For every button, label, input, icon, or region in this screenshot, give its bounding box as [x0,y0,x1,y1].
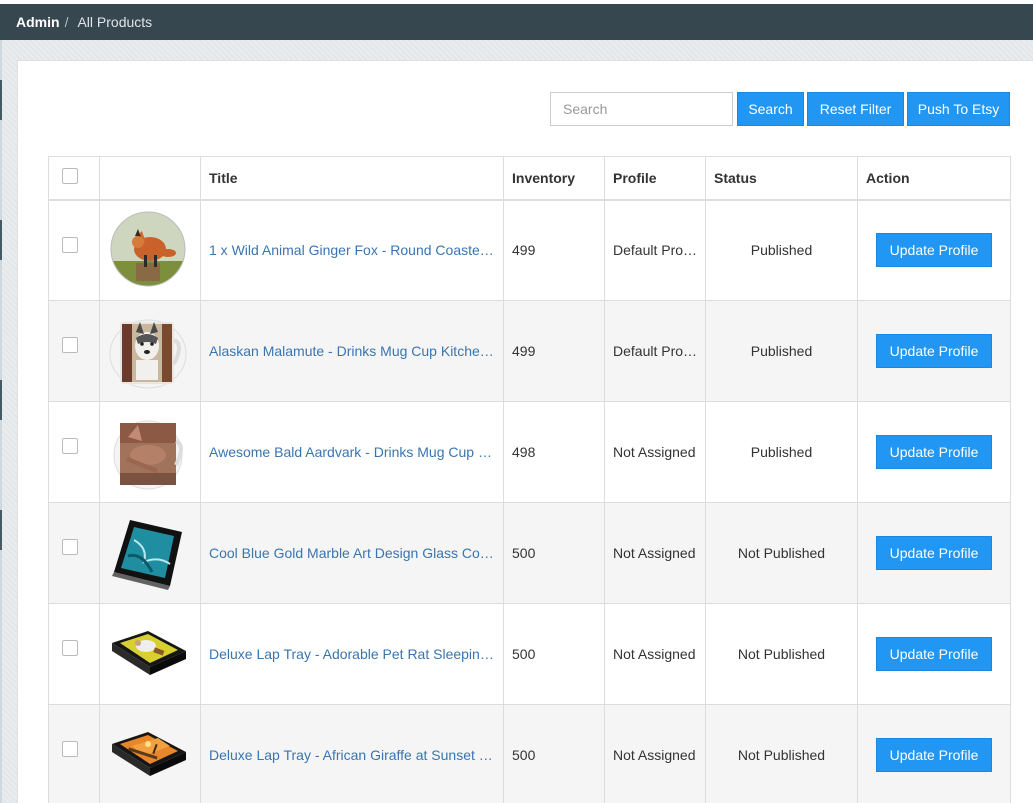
breadcrumb-admin[interactable]: Admin [16,14,60,30]
row-checkbox[interactable] [62,539,78,555]
image-header [99,156,201,201]
aardvark-mug-icon [113,420,183,489]
breadcrumb-separator: / [64,14,69,30]
sidebar-edge-mark [0,380,2,420]
table-row: Cool Blue Gold Marble Art Design Glass C… [48,502,1011,604]
status-value: Published [750,444,813,460]
malamute-mug-icon [109,319,187,388]
giraffe-lap-tray-icon [112,731,186,776]
row-checkbox[interactable] [62,337,78,353]
row-checkbox[interactable] [62,640,78,656]
inventory-value: 500 [512,747,536,763]
product-title-link[interactable]: Cool Blue Gold Marble Art Design Glass C… [209,545,503,561]
row-checkbox[interactable] [62,741,78,757]
product-title-link[interactable]: Deluxe Lap Tray - Adorable Pet Rat Sleep… [209,646,503,662]
table-row: Deluxe Lap Tray - African Giraffe at Sun… [48,704,1011,803]
update-profile-button[interactable]: Update Profile [876,637,992,671]
profile-value: Not Assigned [613,646,696,662]
inventory-value: 499 [512,242,536,259]
status-value: Not Published [737,646,826,662]
title-header[interactable]: Title [200,156,504,201]
inventory-value: 499 [512,343,536,359]
profile-value: Not Assigned [613,747,696,763]
table-row: 1 x Wild Animal Ginger Fox - Round Coast… [48,199,1011,301]
profile-value: Not Assigned [613,545,696,561]
product-title-link[interactable]: 1 x Wild Animal Ginger Fox - Round Coast… [209,242,503,258]
push-to-etsy-button[interactable]: Push To Etsy [907,92,1010,126]
products-table: Title Inventory Profile Status Action 1 … [48,156,1011,803]
table-header-row: Title Inventory Profile Status Action [48,156,1011,201]
fox-coaster-icon [110,211,186,287]
sidebar-edge-mark [0,220,2,260]
table-row: Alaskan Malamute - Drinks Mug Cup Kitche… [48,300,1011,402]
profile-header[interactable]: Profile [604,156,706,201]
sidebar-edge-mark [0,80,2,120]
marble-coaster-icon [112,519,182,590]
table-row: Deluxe Lap Tray - Adorable Pet Rat Sleep… [48,603,1011,705]
sidebar-edge-mark [0,510,2,550]
update-profile-button[interactable]: Update Profile [876,435,992,469]
inventory-value: 498 [512,444,536,460]
products-panel: Search Reset Filter Push To Etsy Title I… [17,60,1033,803]
select-all-checkbox[interactable] [62,168,78,185]
inventory-value: 500 [512,545,536,561]
profile-value: Default Profile [613,343,701,359]
update-profile-button[interactable]: Update Profile [876,738,992,772]
product-title-link[interactable]: Awesome Bald Aardvark - Drinks Mug Cup K… [209,444,503,460]
update-profile-button[interactable]: Update Profile [876,334,992,368]
update-profile-button[interactable]: Update Profile [876,536,992,570]
status-value: Not Published [737,545,826,561]
inventory-value: 500 [512,646,536,662]
profile-value: Default Profile [613,242,701,259]
update-profile-button[interactable]: Update Profile [876,233,992,268]
product-title-link[interactable]: Alaskan Malamute - Drinks Mug Cup Kitche… [209,343,503,359]
row-checkbox[interactable] [62,236,78,253]
status-value: Published [750,343,813,359]
inventory-header[interactable]: Inventory [503,156,605,201]
breadcrumb-current: All Products [77,14,153,30]
reset-filter-button[interactable]: Reset Filter [807,92,904,126]
row-checkbox[interactable] [62,438,78,454]
product-title-link[interactable]: Deluxe Lap Tray - African Giraffe at Sun… [209,747,503,763]
status-value: Not Published [737,747,826,763]
search-input[interactable] [550,92,733,126]
sidebar-edge [0,40,2,803]
select-all-cell [48,156,100,201]
profile-value: Not Assigned [613,444,696,460]
table-row: Awesome Bald Aardvark - Drinks Mug Cup K… [48,401,1011,503]
action-header: Action [857,156,1011,201]
rat-lap-tray-icon [112,630,186,675]
status-header[interactable]: Status [705,156,858,201]
breadcrumb: Admin / All Products [0,4,1033,40]
status-value: Published [750,242,813,259]
search-button[interactable]: Search [737,92,804,126]
